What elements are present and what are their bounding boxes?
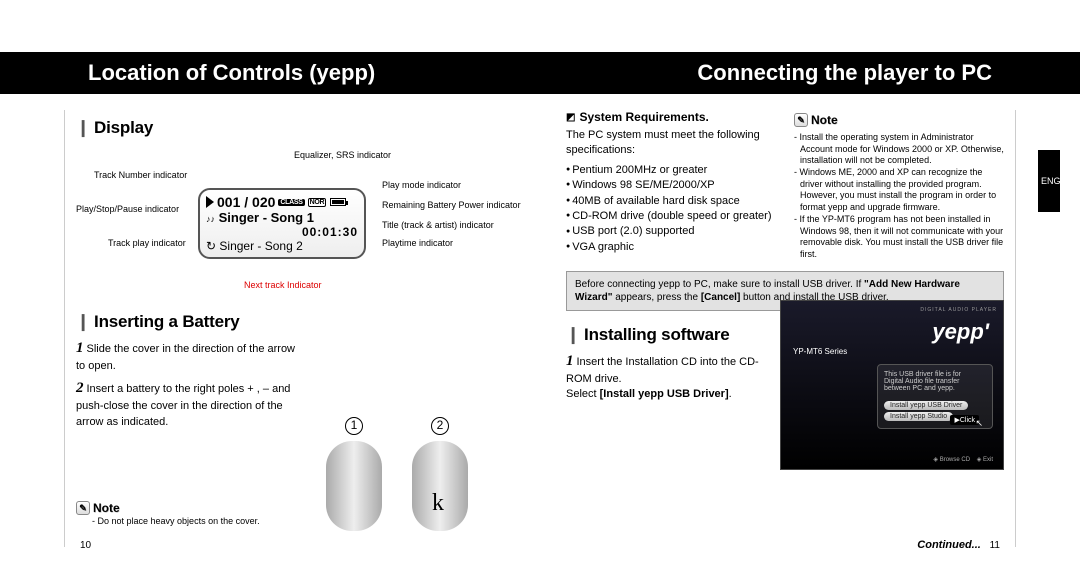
yepp-logo: yepp' xyxy=(787,319,989,345)
pencil-icon: ✎ xyxy=(794,113,808,127)
page-number-left: 10 xyxy=(80,540,91,551)
callout-track-play: Track play indicator xyxy=(108,238,186,248)
note-label-right: ✎ Note xyxy=(794,113,838,127)
repeat-icon: ↻ xyxy=(206,239,216,253)
model-label: YP-MT6 Series xyxy=(793,347,997,356)
lcd-badge-class: CLASS xyxy=(278,199,304,206)
section-battery: ❙Inserting a Battery xyxy=(76,312,526,332)
battery-icon xyxy=(330,198,346,206)
note-label-left: ✎ Note xyxy=(76,501,120,515)
callout-battery: Remaining Battery Power indicator xyxy=(382,200,521,210)
left-page: ❙Display Track Number indicator Play/Sto… xyxy=(76,110,536,557)
page-number-right: Continued... 11 xyxy=(917,539,1000,551)
lcd-time: 00:01:30 xyxy=(206,225,358,239)
step-1: 1Slide the cover in the direction of the… xyxy=(76,338,306,374)
lcd-title: Singer - Song 1 xyxy=(219,210,314,225)
lcd-next: Singer - Song 2 xyxy=(219,239,302,253)
step-2: 2Insert a battery to the right poles + ,… xyxy=(76,378,306,430)
browse-cd[interactable]: ◈ Browse CD xyxy=(933,457,970,463)
continued-label: Continued... xyxy=(917,539,981,551)
page-title-right: Connecting the player to PC xyxy=(697,52,992,94)
section-display: ❙Display xyxy=(76,118,526,138)
callout-title: Title (track & artist) indicator xyxy=(382,220,494,230)
sysreq-icon: ◩ xyxy=(566,112,575,123)
battery-figure: 1 2 xyxy=(326,416,468,531)
callout-eq: Equalizer, SRS indicator xyxy=(294,150,391,160)
pencil-icon: ✎ xyxy=(76,501,90,515)
sysreq-intro: The PC system must meet the following sp… xyxy=(566,128,776,159)
callout-playtime: Playtime indicator xyxy=(382,238,453,248)
install-studio-button[interactable]: Install yepp Studio xyxy=(884,412,953,421)
fig2-marker: 2 xyxy=(431,417,449,435)
callout-track-number: Track Number indicator xyxy=(94,170,187,180)
lang-tab: ENG xyxy=(1038,150,1060,212)
callout-play-stop: Play/Stop/Pause indicator xyxy=(76,204,179,214)
sysreq-heading: ◩ System Requirements. xyxy=(566,110,776,124)
install-step-1: 1Insert the Installation CD into the CD-… xyxy=(566,351,766,403)
sysreq-list: Pentium 200MHz or greater Windows 98 SE/… xyxy=(566,163,776,255)
installer-screenshot: DIGITAL AUDIO PLAYER yepp' YP-MT6 Series… xyxy=(780,300,1004,470)
lcd-display: 001 / 020 CLASS NOR ♪♪ Singer - Song 1 0… xyxy=(198,188,366,259)
right-page: ◩ System Requirements. The PC system mus… xyxy=(536,110,1004,557)
callout-playmode: Play mode indicator xyxy=(382,180,461,190)
cursor-icon: ↖ xyxy=(975,418,983,429)
play-icon xyxy=(206,196,214,208)
fig1-marker: 1 xyxy=(345,417,363,435)
lcd-counter: 001 / 020 xyxy=(217,194,275,210)
note-list-right: Install the operating system in Administ… xyxy=(794,132,1004,261)
lcd-badge-nor: NOR xyxy=(308,198,327,207)
exit-button[interactable]: ◈ Exit xyxy=(977,457,993,463)
page-title-left: Location of Controls (yepp) xyxy=(88,52,375,94)
callout-next-track: Next track Indicator xyxy=(244,280,322,290)
k-glyph: k xyxy=(432,490,444,517)
music-icon: ♪♪ xyxy=(206,214,215,224)
install-driver-button[interactable]: Install yepp USB Driver xyxy=(884,401,968,410)
